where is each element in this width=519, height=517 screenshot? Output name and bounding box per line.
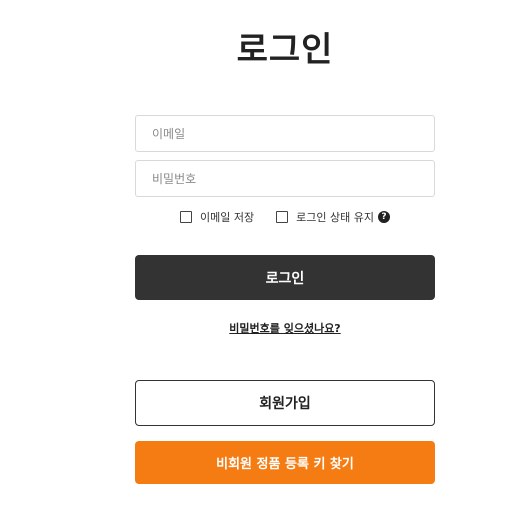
login-button[interactable]: 로그인	[135, 255, 435, 300]
keep-login-checkbox[interactable]: 로그인 상태 유지 ?	[276, 209, 390, 225]
save-email-label: 이메일 저장	[200, 211, 255, 224]
forgot-password-link[interactable]: 비밀번호를 잊으셨나요?	[0, 320, 519, 336]
checkbox-unchecked-icon[interactable]	[276, 211, 289, 223]
page-title: 로그인	[236, 30, 334, 70]
guest-key-button[interactable]: 비회원 정품 등록 키 찾기	[135, 441, 435, 484]
password-field[interactable]	[135, 160, 435, 197]
email-field[interactable]	[135, 115, 435, 152]
save-email-checkbox[interactable]: 이메일 저장	[180, 209, 254, 225]
checkbox-unchecked-icon[interactable]	[180, 211, 193, 223]
login-options: 이메일 저장 로그인 상태 유지 ?	[0, 209, 519, 225]
question-circle-icon[interactable]: ?	[377, 211, 390, 223]
keep-login-label: 로그인 상태 유지	[296, 211, 374, 224]
signup-button[interactable]: 회원가입	[135, 380, 435, 426]
